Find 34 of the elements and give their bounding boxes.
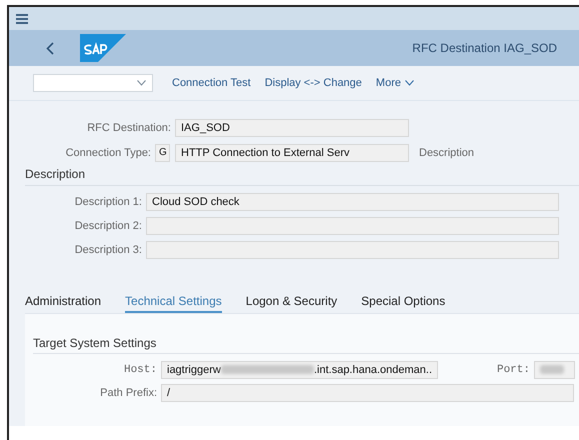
field-label: Description 1: (74, 196, 143, 208)
field-label: Connection Type: (64, 146, 152, 158)
description-field[interactable] (146, 217, 559, 235)
rfc-destination-field[interactable]: IAG_SOD (175, 118, 409, 136)
field-label: Port: (496, 364, 531, 376)
chevron-down-icon (404, 80, 414, 86)
dropdown-field[interactable] (33, 74, 153, 92)
logo-icon (80, 34, 126, 62)
tab[interactable]: Special Options (361, 291, 446, 313)
field-label: Path Prefix: (99, 386, 158, 398)
description-field[interactable]: Cloud SOD check (146, 193, 559, 211)
description-field[interactable] (146, 241, 559, 259)
field-label: Host: (122, 364, 158, 376)
host-field[interactable]: iagtriggerw .int.sap.hana.ondeman.. (161, 360, 438, 378)
more-menu-button[interactable]: More (370, 75, 419, 91)
path-prefix-field[interactable]: / (161, 384, 574, 402)
redaction-mark (540, 365, 564, 374)
port-field[interactable] (534, 360, 575, 378)
connection-type-code-field[interactable]: G (155, 144, 170, 162)
section-title: Description (25, 167, 86, 181)
toolbar-button[interactable]: Display <-> Change (260, 75, 367, 91)
field-label: Description 3: (74, 244, 143, 256)
page-title: RFC Destination IAG_SOD (412, 41, 557, 55)
field-label: RFC Destination: (86, 122, 172, 134)
description-label: Description (419, 146, 474, 158)
connection-type-field[interactable]: HTTP Connection to External Serv (175, 144, 409, 162)
chevron-down-icon (137, 80, 146, 86)
section-title: Target System Settings (33, 336, 158, 350)
back-icon[interactable] (46, 42, 54, 54)
menu-icon[interactable] (16, 14, 28, 24)
tab[interactable]: Logon & Security (246, 291, 338, 313)
field-label: Description 2: (74, 220, 143, 232)
toolbar-button[interactable]: Connection Test (167, 75, 256, 91)
tab[interactable]: Administration (25, 291, 102, 313)
